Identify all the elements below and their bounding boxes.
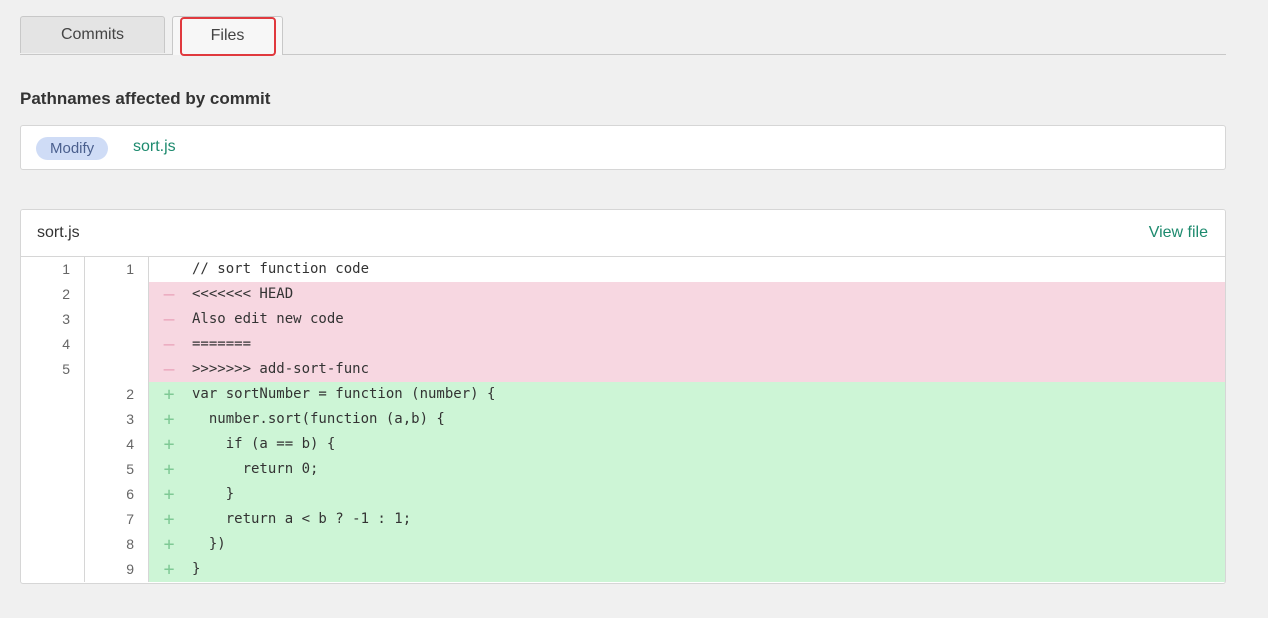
diff-line: 7 + return a < b ? -1 : 1; xyxy=(21,507,1225,532)
code-text: } xyxy=(192,486,235,502)
diff-line: 9 +} xyxy=(21,557,1225,582)
code-text: if (a == b) { xyxy=(192,436,336,452)
status-badge: Modify xyxy=(36,137,109,160)
plus-icon: + xyxy=(163,384,175,405)
tab-commits[interactable]: Commits xyxy=(20,16,165,53)
new-line-number xyxy=(85,282,149,307)
old-line-number: 1 xyxy=(21,257,85,282)
new-line-number: 8 xyxy=(85,532,149,557)
tab-bar: Commits Files xyxy=(20,16,1226,55)
new-line-number: 4 xyxy=(85,432,149,457)
new-line-number: 2 xyxy=(85,382,149,407)
minus-icon: — xyxy=(163,309,175,330)
code-text: return a < b ? -1 : 1; xyxy=(192,511,412,527)
tab-commits-label: Commits xyxy=(60,26,125,43)
path-link[interactable]: sort.js xyxy=(133,138,176,156)
plus-icon: + xyxy=(163,484,175,505)
new-line-number xyxy=(85,332,149,357)
new-line-number xyxy=(85,307,149,332)
diff-line: 8 + }) xyxy=(21,532,1225,557)
code-text: <<<<<<< HEAD xyxy=(192,286,294,302)
file-header: sort.js View file xyxy=(21,210,1225,257)
minus-icon: — xyxy=(163,334,175,355)
tab-files-label: Files xyxy=(210,27,245,44)
code-text: >>>>>>> add-sort-func xyxy=(192,361,370,377)
plus-icon: + xyxy=(163,534,175,555)
view-file-link[interactable]: View file xyxy=(1149,224,1208,242)
old-line-number: 4 xyxy=(21,332,85,357)
diff-line: 4 — ======= xyxy=(21,332,1225,357)
file-diff-panel: sort.js View file 1 1 // sort function cod… xyxy=(20,209,1226,584)
code-text: ======= xyxy=(192,336,252,352)
code-text: number.sort(function (a,b) { xyxy=(192,411,445,427)
new-line-number: 1 xyxy=(85,257,149,282)
old-line-number xyxy=(21,507,85,532)
diff-sign xyxy=(161,257,177,282)
diff-line: 2 + var sortNumber = function (number) { xyxy=(21,382,1225,407)
old-line-number xyxy=(21,432,85,457)
old-line-number: 3 xyxy=(21,307,85,332)
old-line-number xyxy=(21,532,85,557)
old-line-number: 2 xyxy=(21,282,85,307)
code-text: }) xyxy=(192,536,226,552)
new-line-number: 5 xyxy=(85,457,149,482)
old-line-number xyxy=(21,382,85,407)
new-line-number xyxy=(85,357,149,382)
diff-line: 4 + if (a == b) { xyxy=(21,432,1225,457)
new-line-number: 6 xyxy=(85,482,149,507)
plus-icon: + xyxy=(163,459,175,480)
diff-line: 2 — <<<<<<< HEAD xyxy=(21,282,1225,307)
code-text: } xyxy=(192,561,201,577)
plus-icon: + xyxy=(163,434,175,455)
new-line-number: 9 xyxy=(85,557,149,582)
diff-line: 6 + } xyxy=(21,482,1225,507)
diff-line: 3 + number.sort(function (a,b) { xyxy=(21,407,1225,432)
old-line-number xyxy=(21,407,85,432)
section-title: Pathnames affected by commit xyxy=(20,89,271,108)
tab-files[interactable]: Files xyxy=(172,16,283,55)
old-line-number: 5 xyxy=(21,357,85,382)
minus-icon: — xyxy=(163,359,175,380)
diff-line: 1 1 // sort function code xyxy=(21,257,1225,282)
code-text: var sortNumber = function (number) { xyxy=(192,386,496,402)
code-text: Also edit new code xyxy=(192,311,344,327)
minus-icon: — xyxy=(163,284,175,305)
pathnames-list: Modify sort.js xyxy=(20,125,1226,170)
diff-line: 5 + return 0; xyxy=(21,457,1225,482)
diff-line: 3 — Also edit new code xyxy=(21,307,1225,332)
page: Commits Files Pathnames affected by comm… xyxy=(0,0,1268,618)
code-text: return 0; xyxy=(192,461,319,477)
old-line-number xyxy=(21,482,85,507)
plus-icon: + xyxy=(163,409,175,430)
file-name: sort.js xyxy=(37,224,80,241)
old-line-number xyxy=(21,457,85,482)
plus-icon: + xyxy=(163,559,175,580)
new-line-number: 3 xyxy=(85,407,149,432)
plus-icon: + xyxy=(163,509,175,530)
new-line-number: 7 xyxy=(85,507,149,532)
diff-body: 1 1 // sort function code 2 — <<<<<<< HEAD 3 — A… xyxy=(21,257,1225,582)
diff-line: 5 — >>>>>>> add-sort-func xyxy=(21,357,1225,382)
code-text: // sort function code xyxy=(192,261,370,277)
old-line-number xyxy=(21,557,85,582)
